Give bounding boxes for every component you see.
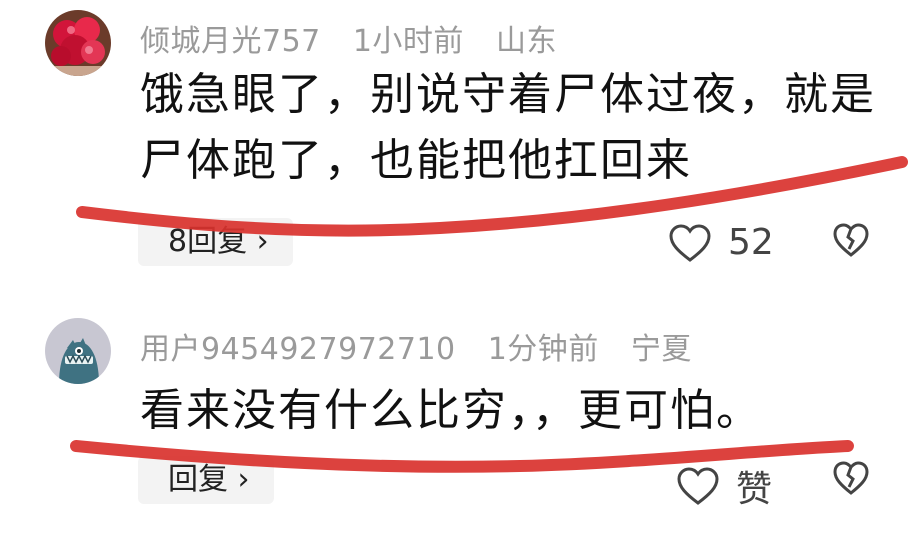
broken-heart-icon	[833, 461, 869, 495]
user-avatar[interactable]	[45, 318, 111, 384]
like-button[interactable]: 赞	[676, 460, 772, 512]
comment-text: 看来没有什么比穷，，更可怕。	[140, 385, 762, 436]
comment-item: 倾城月光757 1小时前 山东 饿急眼了，别说守着尸体过夜，就是尸体跑了，也能把…	[0, 0, 922, 285]
comment-text: 饿急眼了，别说守着尸体过夜，就是尸体跑了，也能把他扛回来	[140, 69, 876, 186]
heart-icon	[669, 223, 711, 262]
comment-meta: 用户9454927972710 1分钟前 宁夏	[140, 324, 714, 368]
location: 山东	[495, 24, 557, 59]
like-count: 52	[728, 222, 774, 263]
reply-button[interactable]: 8回复 ›	[138, 218, 293, 266]
username[interactable]: 倾城月光757	[140, 24, 321, 59]
dislike-button[interactable]	[832, 460, 870, 500]
timestamp: 1分钟前	[487, 332, 599, 367]
like-label: 赞	[736, 469, 773, 510]
comment-meta: 倾城月光757 1小时前 山东	[140, 16, 579, 60]
like-button[interactable]: 52	[668, 222, 774, 263]
red-flower-avatar-icon	[45, 10, 111, 76]
heart-icon	[677, 467, 719, 505]
location: 宁夏	[630, 332, 692, 367]
comment-item: 用户9454927972710 1分钟前 宁夏 看来没有什么比穷，，更可怕。 回…	[0, 300, 922, 542]
broken-heart-icon	[833, 223, 869, 257]
username[interactable]: 用户9454927972710	[140, 332, 456, 367]
user-avatar[interactable]	[45, 10, 111, 76]
cartoon-creature-avatar-icon	[45, 318, 111, 384]
reply-button[interactable]: 回复 ›	[138, 456, 274, 504]
dislike-button[interactable]	[832, 222, 870, 262]
timestamp: 1小时前	[352, 24, 464, 59]
